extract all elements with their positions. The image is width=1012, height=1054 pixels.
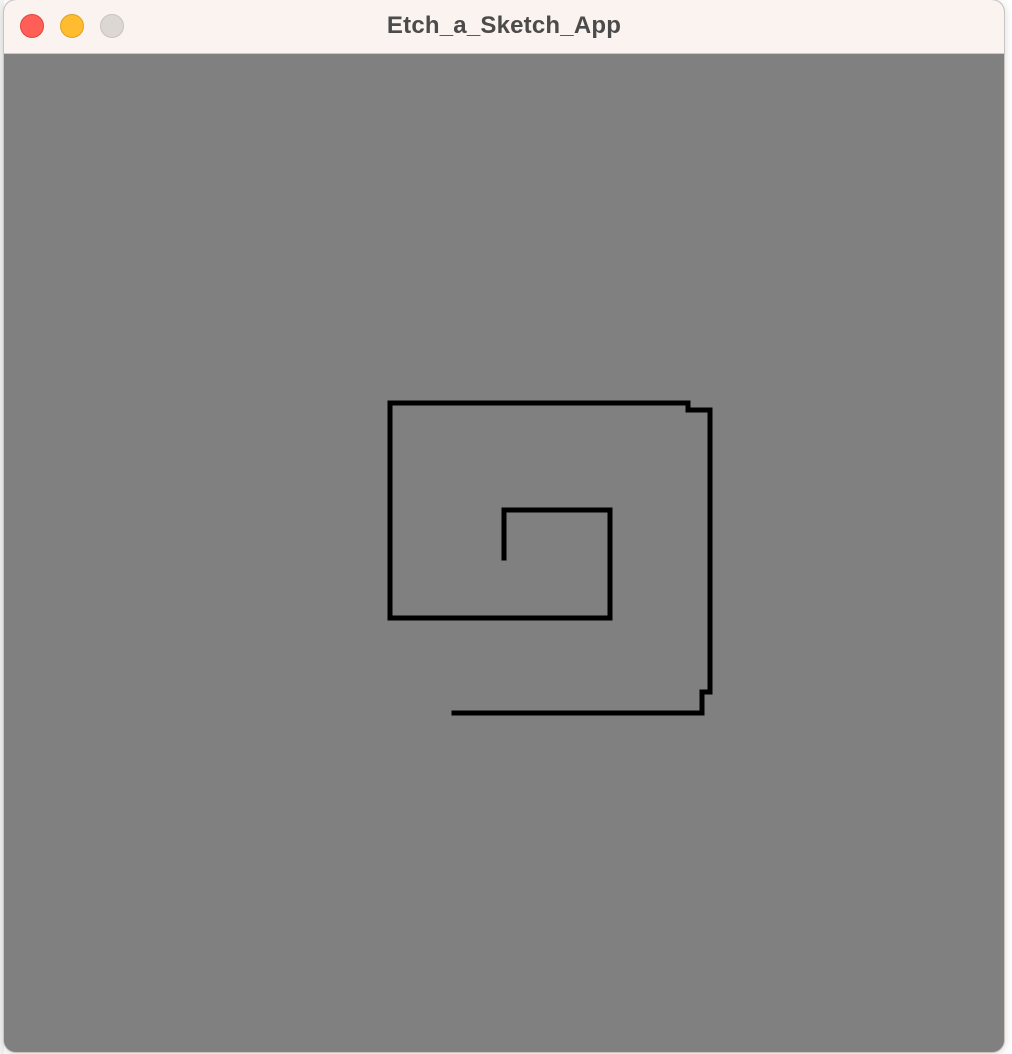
window-title: Etch_a_Sketch_App [386, 12, 622, 39]
title-bar[interactable]: Etch_a_Sketch_App [4, 0, 1004, 54]
sketch-surface [387, 400, 713, 716]
sketch-line [387, 400, 713, 716]
drawing-canvas[interactable] [4, 54, 1004, 1052]
app-window: Etch_a_Sketch_App [4, 0, 1004, 1052]
